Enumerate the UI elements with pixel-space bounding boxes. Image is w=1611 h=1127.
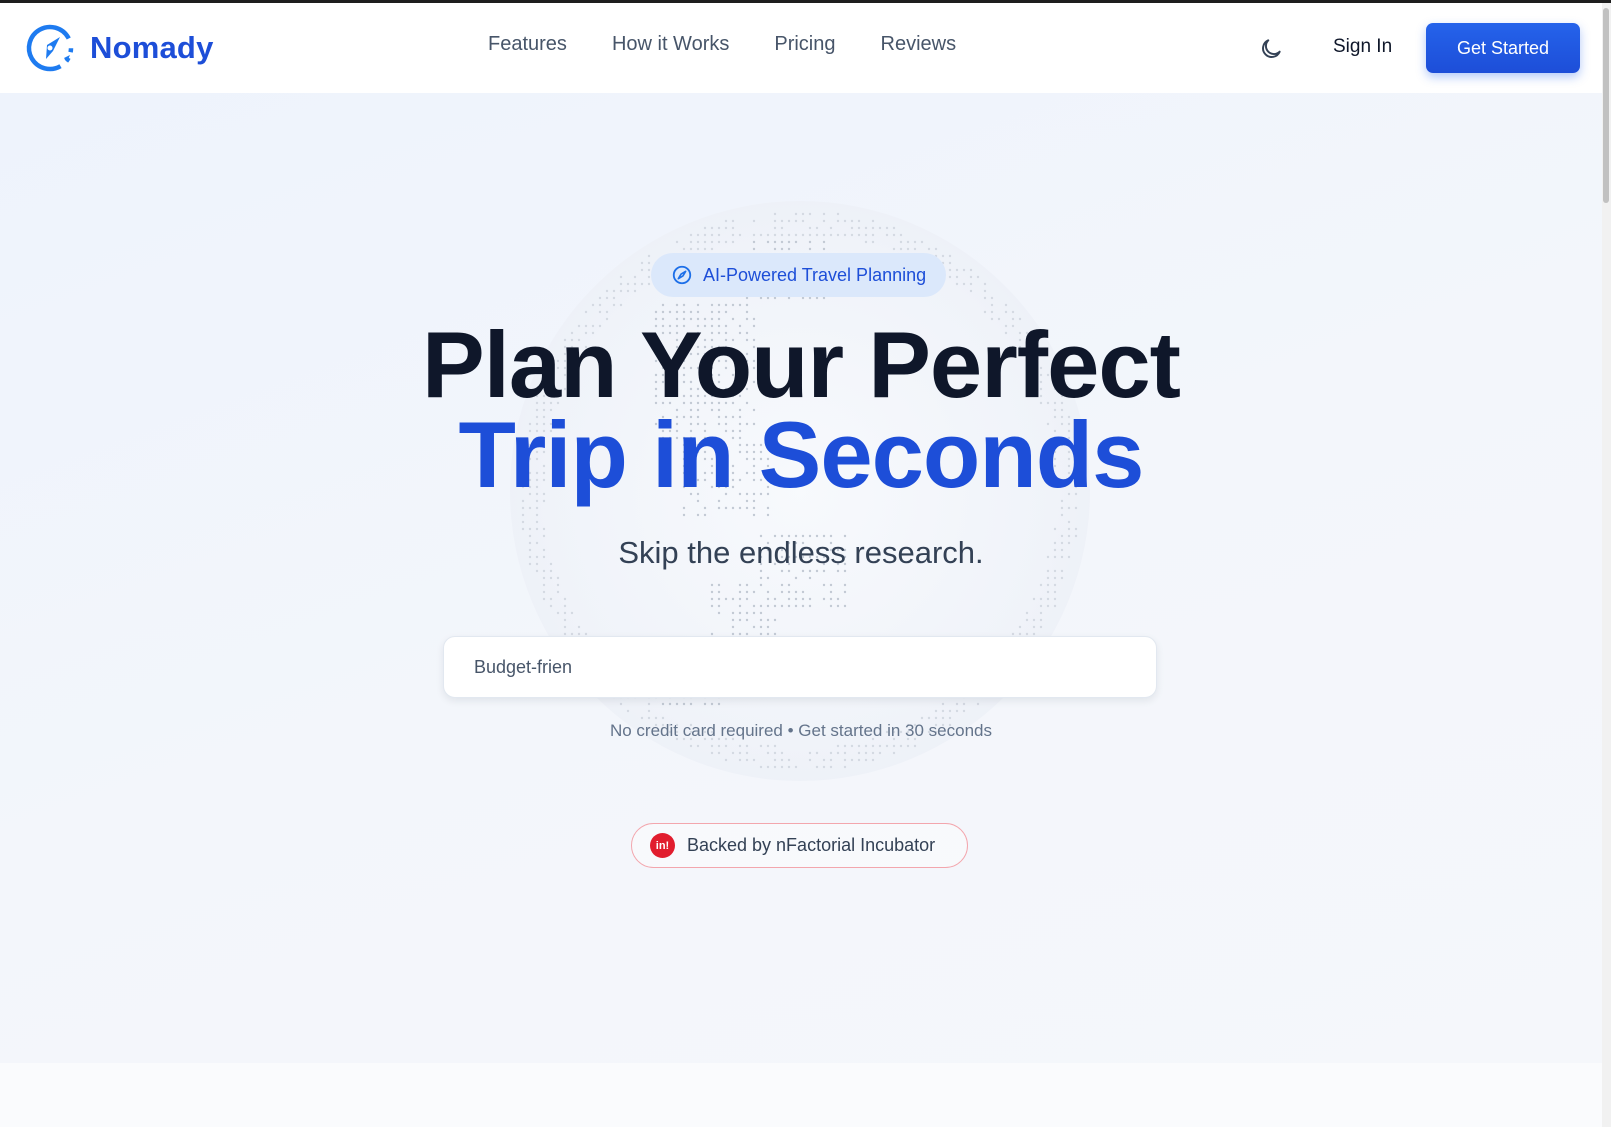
brand-name: Nomady bbox=[90, 30, 214, 66]
ai-badge: AI-Powered Travel Planning bbox=[651, 253, 946, 297]
compass-logo-icon bbox=[24, 22, 76, 74]
moon-icon[interactable] bbox=[1258, 36, 1284, 62]
main-nav: Features How it Works Pricing Reviews bbox=[488, 33, 956, 56]
signup-fineprint: No credit card required • Get started in… bbox=[0, 721, 1602, 741]
headline-line-2: Trip in Seconds bbox=[0, 408, 1602, 502]
next-section bbox=[0, 1063, 1602, 1127]
trip-prompt-input[interactable] bbox=[443, 636, 1157, 698]
headline-line-1: Plan Your Perfect bbox=[0, 318, 1602, 412]
get-started-button[interactable]: Get Started bbox=[1426, 23, 1580, 73]
incubator-badge[interactable]: in! Backed by nFactorial Incubator bbox=[631, 823, 968, 868]
nav-pricing[interactable]: Pricing bbox=[774, 33, 835, 56]
brand[interactable]: Nomady bbox=[24, 22, 214, 74]
hero-section: AI-Powered Travel Planning Plan Your Per… bbox=[0, 93, 1602, 1063]
hero-subheadline: Skip the endless research. bbox=[0, 535, 1602, 571]
nav-features[interactable]: Features bbox=[488, 33, 567, 56]
badge-label: AI-Powered Travel Planning bbox=[703, 265, 926, 286]
sign-in-link[interactable]: Sign In bbox=[1333, 36, 1392, 58]
hero-headline: Plan Your Perfect Trip in Seconds bbox=[0, 318, 1602, 502]
nfactorial-logo: in! bbox=[650, 833, 675, 858]
nav-how-it-works[interactable]: How it Works bbox=[612, 33, 729, 56]
page-scrollbar-thumb[interactable] bbox=[1603, 8, 1609, 203]
nav-reviews[interactable]: Reviews bbox=[881, 33, 957, 56]
incubator-label: Backed by nFactorial Incubator bbox=[687, 835, 935, 856]
compass-icon bbox=[671, 264, 693, 286]
site-header: Nomady Features How it Works Pricing Rev… bbox=[0, 3, 1602, 93]
